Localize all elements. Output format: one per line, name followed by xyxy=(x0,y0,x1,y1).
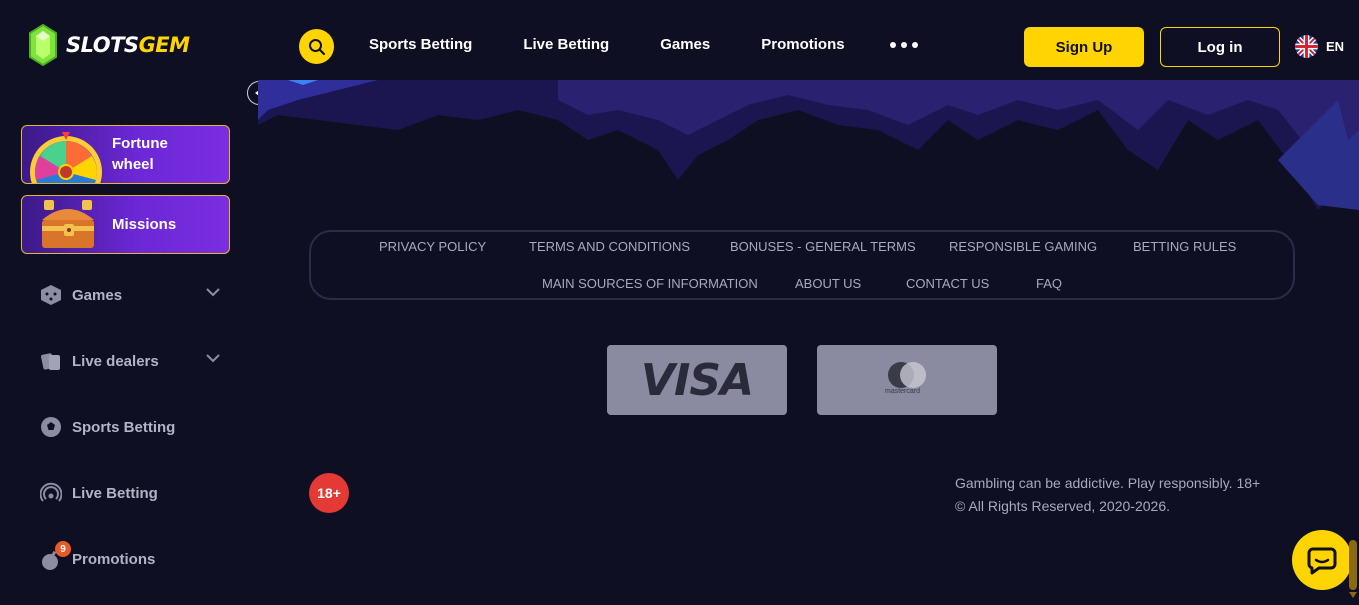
visa-logo: VISA xyxy=(607,345,787,415)
chevron-down-icon xyxy=(206,288,220,297)
sidebar-item-live-betting[interactable]: Live Betting xyxy=(40,478,230,508)
mastercard-logo: mastercard xyxy=(817,345,997,415)
responsible-gambling-text: Gambling can be addictive. Play responsi… xyxy=(955,475,1261,491)
link-faq[interactable]: FAQ xyxy=(1036,276,1062,291)
link-betting-rules[interactable]: BETTING RULES xyxy=(1133,239,1236,254)
top-header: SLOTSGEM Sports Betting Live Betting Gam… xyxy=(0,0,1359,80)
missions-card[interactable]: Missions xyxy=(21,195,230,254)
chat-bubble-icon xyxy=(1307,547,1337,575)
link-contact-us[interactable]: CONTACT US xyxy=(906,276,989,291)
gem-logo-icon xyxy=(29,24,57,66)
link-terms-and-conditions[interactable]: TERMS AND CONDITIONS xyxy=(529,239,690,254)
link-about-us[interactable]: ABOUT US xyxy=(795,276,861,291)
fortune-wheel-card[interactable]: Fortune wheel xyxy=(21,125,230,184)
nav-promotions[interactable]: Promotions xyxy=(761,36,844,53)
search-button[interactable] xyxy=(299,29,334,64)
search-icon xyxy=(308,38,325,55)
link-privacy-policy[interactable]: PRIVACY POLICY xyxy=(379,239,486,254)
language-code: EN xyxy=(1326,39,1345,54)
site-logo[interactable]: SLOTSGEM xyxy=(28,24,190,66)
scrollbar-down-arrow[interactable] xyxy=(1349,592,1357,598)
more-dots-icon[interactable] xyxy=(890,34,918,48)
broadcast-icon xyxy=(40,482,62,504)
main-nav: Sports Betting Live Betting Games Promot… xyxy=(369,36,918,53)
scrollbar-thumb[interactable] xyxy=(1349,540,1357,590)
logo-wordmark: SLOTSGEM xyxy=(66,33,190,57)
mastercard-icon xyxy=(888,362,926,388)
chevron-down-icon xyxy=(206,354,220,363)
nav-sports-betting[interactable]: Sports Betting xyxy=(369,36,472,53)
age-restriction-badge: 18+ xyxy=(309,473,349,513)
fortune-wheel-icon xyxy=(30,132,102,183)
missions-label: Missions xyxy=(112,216,177,233)
link-bonuses-general-terms[interactable]: BONUSES - GENERAL TERMS xyxy=(730,239,916,254)
nav-live-betting[interactable]: Live Betting xyxy=(523,36,609,53)
sidebar-item-sports-betting[interactable]: Sports Betting xyxy=(40,412,230,442)
promotions-count-badge: 9 xyxy=(55,541,71,557)
signup-button[interactable]: Sign Up xyxy=(1024,27,1144,67)
nav-games[interactable]: Games xyxy=(660,36,710,53)
legal-text: Gambling can be addictive. Play responsi… xyxy=(955,472,1260,518)
sidebar-item-label: Sports Betting xyxy=(72,418,176,436)
sidebar-item-games[interactable]: Games xyxy=(40,280,230,310)
uk-flag-icon xyxy=(1295,35,1318,58)
link-main-sources[interactable]: MAIN SOURCES OF INFORMATION xyxy=(542,276,758,291)
sidebar-item-label: Games xyxy=(72,286,123,304)
live-chat-button[interactable] xyxy=(1292,530,1352,590)
soccer-ball-icon xyxy=(40,416,62,438)
sidebar-item-live-dealers[interactable]: Live dealers xyxy=(40,346,230,376)
banner-artwork xyxy=(258,80,1359,210)
sidebar-item-label: Live Betting xyxy=(72,484,158,502)
cards-icon xyxy=(40,350,62,372)
login-button[interactable]: Log in xyxy=(1160,27,1280,67)
sidebar-item-label: Promotions xyxy=(72,550,156,568)
fortune-wheel-label-1: Fortune xyxy=(112,135,168,152)
dice-icon xyxy=(40,284,62,306)
language-selector[interactable]: EN xyxy=(1295,35,1344,58)
sidebar-item-label: Live dealers xyxy=(72,352,159,370)
fortune-wheel-label-2: wheel xyxy=(112,156,154,173)
treasure-chest-icon xyxy=(42,200,94,248)
copyright-text: © All Rights Reserved, 2020-2026. xyxy=(955,498,1170,514)
link-responsible-gaming[interactable]: RESPONSIBLE GAMING xyxy=(949,239,1097,254)
